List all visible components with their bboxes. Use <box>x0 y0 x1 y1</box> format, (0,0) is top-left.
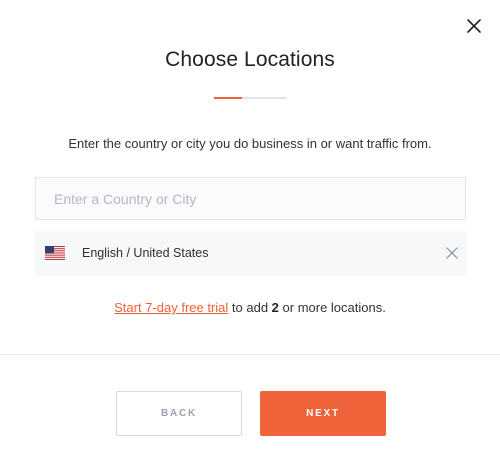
close-icon[interactable] <box>463 15 485 37</box>
location-search-input[interactable] <box>35 177 466 220</box>
trial-text-before: to add <box>228 300 272 315</box>
trial-text-after: or more locations. <box>278 300 386 315</box>
selected-location-row: English / United States <box>35 231 466 276</box>
trial-upsell-text: Start 7-day free trial to add 2 or more … <box>0 300 500 315</box>
next-button[interactable]: NEXT <box>260 391 386 436</box>
dialog-subtitle: Enter the country or city you do busines… <box>68 136 432 151</box>
location-count: 2 <box>271 300 279 315</box>
remove-location-icon[interactable] <box>445 246 459 260</box>
start-trial-link[interactable]: Start 7-day free trial <box>114 300 228 315</box>
choose-locations-dialog: Choose Locations Enter the country or ci… <box>0 0 500 470</box>
us-flag-icon <box>45 246 65 260</box>
footer-divider <box>0 354 500 355</box>
step-progress-bar <box>214 97 287 99</box>
selected-location-label: English / United States <box>82 246 209 260</box>
step-progress-fill <box>214 97 242 99</box>
back-button[interactable]: BACK <box>116 391 242 436</box>
dialog-title: Choose Locations <box>165 48 335 71</box>
